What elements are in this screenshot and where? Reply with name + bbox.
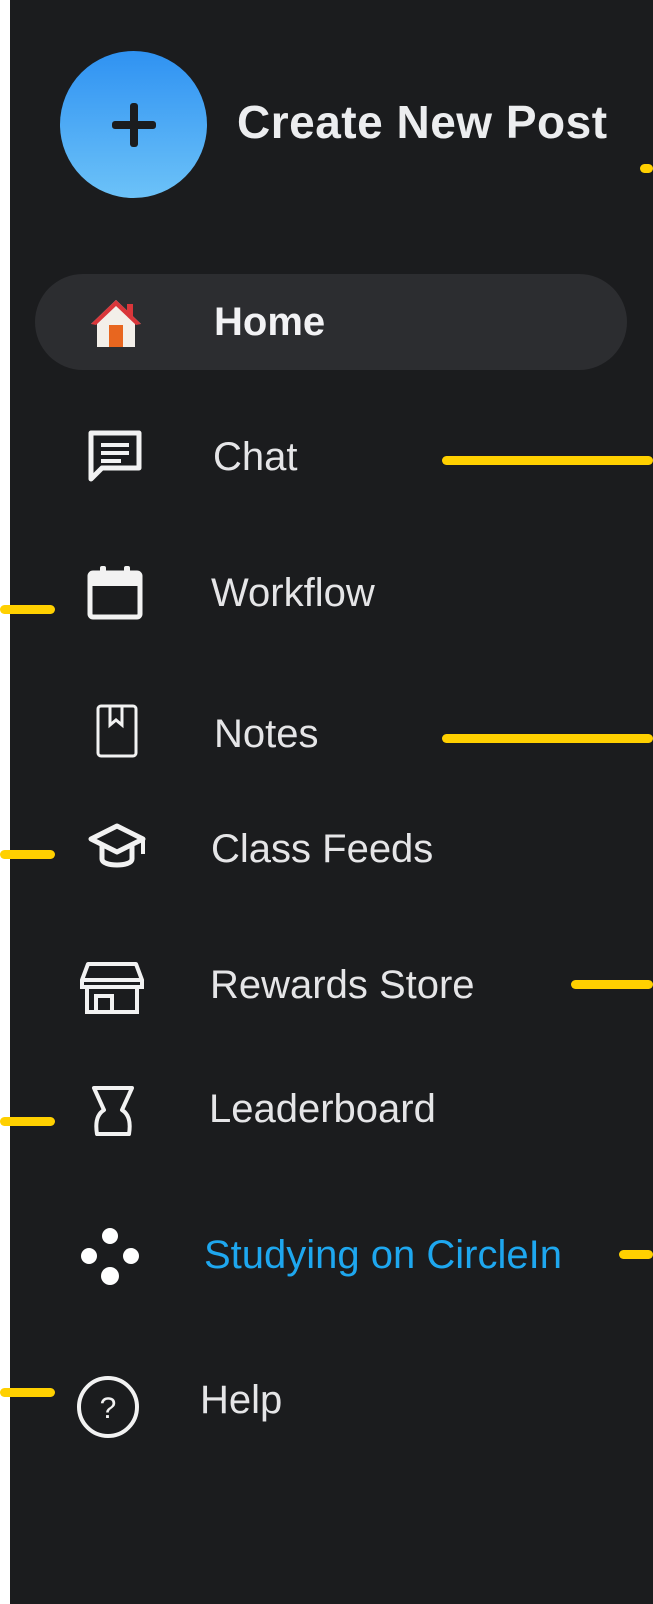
callout-line-help bbox=[0, 1388, 55, 1397]
sidebar-item-leaderboard[interactable]: Leaderboard bbox=[209, 1087, 436, 1132]
callout-line-workflow bbox=[0, 605, 55, 614]
sidebar-item-home-label: Home bbox=[214, 300, 326, 344]
chat-icon bbox=[86, 428, 144, 484]
create-post-label[interactable]: Create New Post bbox=[237, 95, 608, 149]
callout-line-create bbox=[640, 164, 653, 173]
help-circle-icon: ? bbox=[75, 1374, 141, 1440]
sidebar-item-class-feeds[interactable]: Class Feeds bbox=[211, 827, 433, 872]
circlein-logo-icon bbox=[79, 1226, 141, 1286]
callout-line-chat bbox=[442, 456, 653, 465]
callout-line-notes bbox=[442, 734, 653, 743]
home-icon bbox=[86, 294, 146, 352]
graduation-cap-icon bbox=[88, 822, 148, 872]
notebook-icon bbox=[93, 703, 141, 759]
sidebar-item-help[interactable]: Help bbox=[200, 1378, 282, 1423]
callout-line-leaderboard bbox=[0, 1117, 55, 1126]
sidebar-item-studying-on-circlein[interactable]: Studying on CircleIn bbox=[204, 1233, 562, 1278]
create-post-button[interactable] bbox=[60, 51, 207, 198]
plus-icon bbox=[111, 102, 156, 147]
sidebar-item-rewards-store[interactable]: Rewards Store bbox=[210, 963, 475, 1008]
callout-line-class-feeds bbox=[0, 850, 55, 859]
sidebar-item-notes[interactable]: Notes bbox=[214, 712, 319, 757]
svg-text:?: ? bbox=[100, 1392, 117, 1425]
callout-line-rewards-store bbox=[571, 980, 653, 989]
sidebar-item-chat[interactable]: Chat bbox=[213, 435, 298, 480]
trophy-icon bbox=[88, 1083, 138, 1139]
sidebar-panel bbox=[10, 0, 653, 1604]
sidebar-item-workflow[interactable]: Workflow bbox=[211, 571, 375, 616]
calendar-icon bbox=[86, 563, 144, 621]
callout-line-studying bbox=[619, 1250, 653, 1259]
store-icon bbox=[78, 960, 146, 1016]
